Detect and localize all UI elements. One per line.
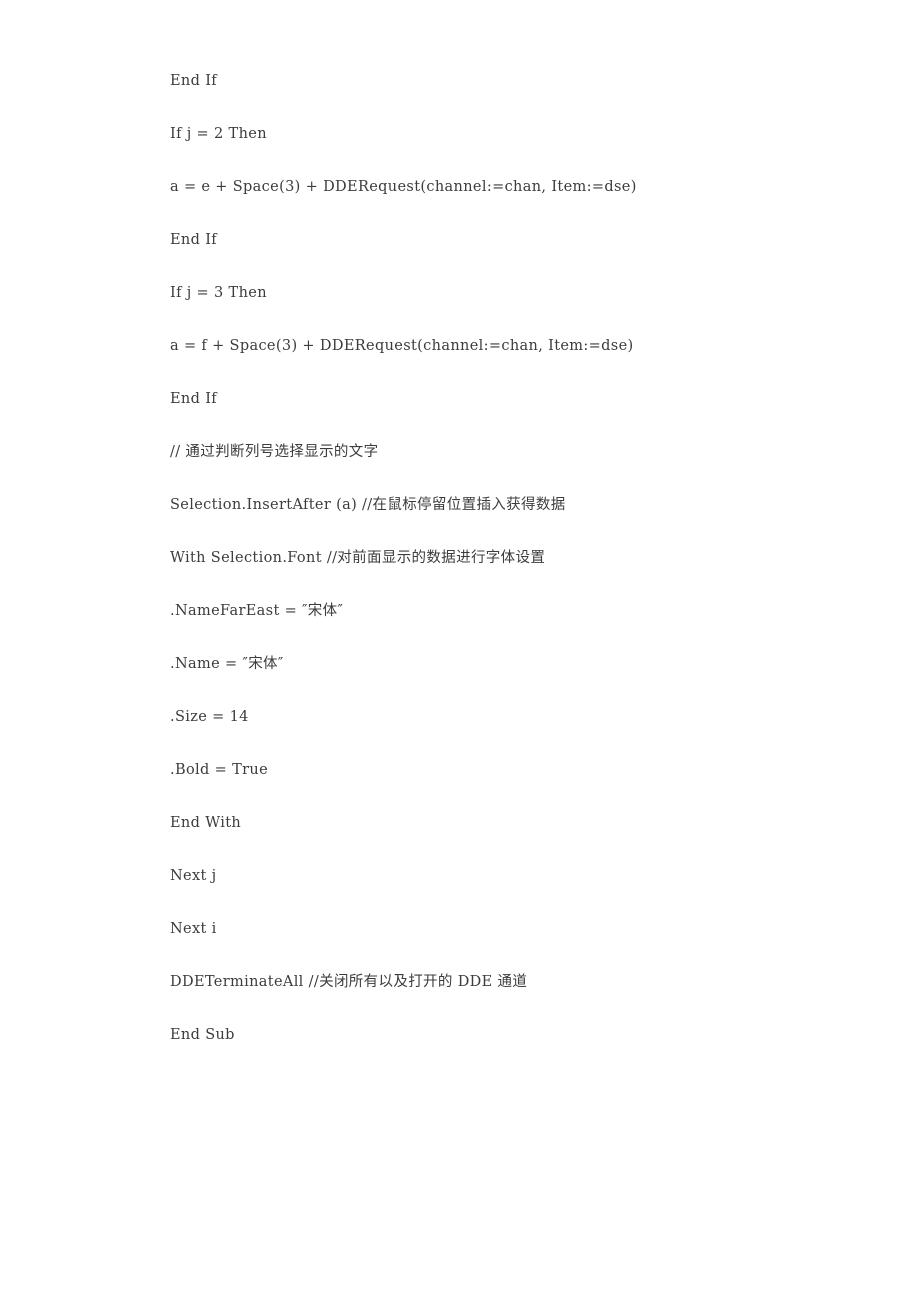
code-line: .Bold = True xyxy=(170,762,269,778)
code-line: .NameFarEast = ″宋体″ xyxy=(170,603,344,619)
code-line: Next j xyxy=(170,868,217,884)
code-line: .Name = ″宋体″ xyxy=(170,656,284,672)
code-line: End If xyxy=(170,73,218,89)
code-comment-line: // 通过判断列号选择显示的文字 xyxy=(170,444,379,460)
code-line: a = e + Space(3) + DDERequest(channel:=c… xyxy=(170,179,637,195)
code-line: End With xyxy=(170,815,242,831)
code-block: End If If j = 2 Then a = e + Space(3) + … xyxy=(170,55,860,1062)
code-line: End If xyxy=(170,232,218,248)
code-line: Next i xyxy=(170,921,217,937)
code-line: If j = 2 Then xyxy=(170,126,267,142)
code-line: Selection.InsertAfter (a) //在鼠标停留位置插入获得数… xyxy=(170,497,566,513)
document-page: End If If j = 2 Then a = e + Space(3) + … xyxy=(0,0,920,1302)
code-line: DDETerminateAll //关闭所有以及打开的 DDE 通道 xyxy=(170,974,528,990)
code-line: If j = 3 Then xyxy=(170,285,267,301)
code-line: With Selection.Font //对前面显示的数据进行字体设置 xyxy=(170,550,546,566)
code-line: End Sub xyxy=(170,1027,235,1043)
code-line: End If xyxy=(170,391,218,407)
code-line: .Size = 14 xyxy=(170,709,249,725)
code-line: a = f + Space(3) + DDERequest(channel:=c… xyxy=(170,338,634,354)
